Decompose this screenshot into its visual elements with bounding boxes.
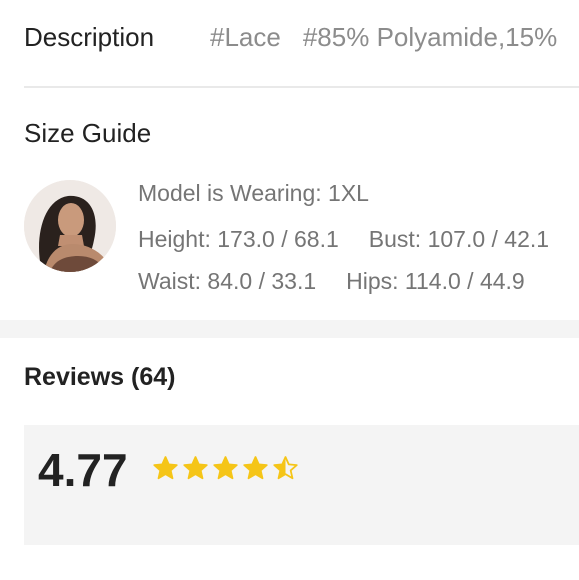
tag-material[interactable]: #85% Polyamide,15% xyxy=(303,22,557,52)
size-guide-title: Size Guide xyxy=(24,118,152,148)
star-icon xyxy=(273,456,298,480)
description-title: Description xyxy=(24,22,155,52)
star-icon xyxy=(153,456,178,480)
model-avatar-icon xyxy=(24,180,116,272)
model-measurements-row-1: Height: 173.0 / 68.1 Bust: 107.0 / 42.1 xyxy=(138,226,549,253)
model-hips: Hips: 114.0 / 44.9 xyxy=(346,268,525,294)
divider xyxy=(24,86,579,88)
model-waist: Waist: 84.0 / 33.1 xyxy=(138,268,317,294)
star-icon xyxy=(213,456,238,480)
model-wearing: Model is Wearing: 1XL xyxy=(138,180,369,206)
tag-lace[interactable]: #Lace xyxy=(210,22,281,52)
section-separator xyxy=(0,320,579,338)
star-icon xyxy=(243,456,268,480)
model-avatar[interactable] xyxy=(24,180,116,272)
star-icon xyxy=(183,456,208,480)
description-row[interactable]: Description #Lace #85% Polyamide,15% xyxy=(0,0,579,86)
model-bust: Bust: 107.0 / 42.1 xyxy=(368,226,550,252)
description-tags: #Lace #85% Polyamide,15% xyxy=(210,22,579,53)
rating-summary: 4.77 xyxy=(24,425,579,545)
rating-value: 4.77 xyxy=(38,444,128,496)
model-height: Height: 173.0 / 68.1 xyxy=(138,226,339,252)
model-measurements-row-2: Waist: 84.0 / 33.1 Hips: 114.0 / 44.9 xyxy=(138,268,525,295)
reviews-title[interactable]: Reviews (64) xyxy=(24,363,175,392)
rating-stars xyxy=(152,455,299,482)
